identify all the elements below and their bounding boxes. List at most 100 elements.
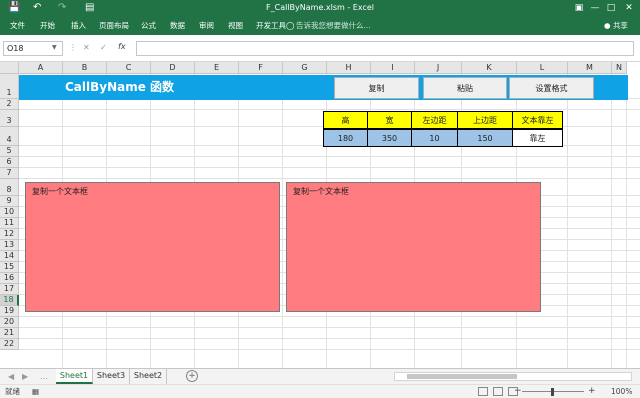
tab-next-icon[interactable]: ▶ — [22, 371, 28, 382]
column-header[interactable]: K — [462, 62, 517, 74]
row-header[interactable]: 22 — [0, 339, 19, 350]
chevron-down-icon[interactable]: ▼ — [52, 44, 57, 51]
row-header[interactable]: 19 — [0, 306, 19, 317]
text-box[interactable]: 复制一个文本框 — [286, 182, 541, 312]
param-header[interactable]: 高 — [323, 111, 368, 129]
gridline — [19, 316, 640, 317]
row-header[interactable]: 7 — [0, 168, 19, 179]
tab-developer[interactable]: 开发工具 — [256, 20, 286, 31]
param-value[interactable]: 150 — [457, 129, 513, 147]
param-value[interactable]: 180 — [323, 129, 368, 147]
text-box-label: 复制一个文本框 — [32, 187, 88, 196]
format-button[interactable]: 设置格式 — [509, 77, 594, 99]
column-header[interactable]: C — [107, 62, 151, 74]
tab-home[interactable]: 开始 — [40, 20, 55, 31]
tell-me-search[interactable]: 告诉我您想要做什么... — [296, 20, 371, 31]
gridline — [19, 109, 640, 110]
param-value[interactable]: 靠左 — [512, 129, 563, 147]
person-icon: ● — [604, 21, 613, 30]
zoom-level[interactable]: 100% — [611, 386, 632, 397]
column-header[interactable]: N — [612, 62, 627, 74]
formula-input[interactable] — [136, 41, 634, 56]
row-header[interactable]: 11 — [0, 218, 19, 229]
insert-function-icon[interactable]: fx — [118, 42, 126, 51]
more-icon[interactable]: … — [40, 371, 48, 382]
zoom-slider-thumb[interactable] — [551, 388, 554, 396]
column-header[interactable]: M — [568, 62, 612, 74]
row-header[interactable]: 5 — [0, 146, 19, 157]
maximize-icon[interactable]: □ — [604, 1, 618, 15]
row-header[interactable]: 14 — [0, 251, 19, 262]
column-header[interactable]: I — [371, 62, 415, 74]
lightbulb-icon: ◯ — [286, 21, 295, 30]
row-header[interactable]: 17 — [0, 284, 19, 295]
param-header[interactable]: 文本靠左 — [512, 111, 563, 129]
close-icon[interactable]: ✕ — [622, 1, 636, 15]
paste-button[interactable]: 粘贴 — [423, 77, 507, 99]
text-box[interactable]: 复制一个文本框 — [25, 182, 280, 312]
row-header[interactable]: 10 — [0, 207, 19, 218]
column-header[interactable]: D — [151, 62, 195, 74]
row-header[interactable]: 13 — [0, 240, 19, 251]
param-value[interactable]: 350 — [367, 129, 412, 147]
column-header[interactable]: E — [195, 62, 239, 74]
column-header[interactable]: F — [239, 62, 283, 74]
row-header[interactable]: 1 — [0, 74, 19, 99]
tab-insert[interactable]: 插入 — [71, 20, 86, 31]
tab-prev-icon[interactable]: ◀ — [8, 371, 14, 382]
param-header[interactable]: 宽 — [367, 111, 412, 129]
ribbon-tabs: 文件 开始 插入 页面布局 公式 数据 审阅 视图 开发工具 ◯ 告诉我您想要做… — [0, 17, 640, 35]
add-sheet-icon[interactable]: + — [186, 370, 198, 382]
row-header[interactable]: 6 — [0, 157, 19, 168]
row-header[interactable]: 18 — [0, 295, 19, 306]
column-header[interactable]: B — [63, 62, 107, 74]
gridline — [19, 327, 640, 328]
scrollbar-thumb[interactable] — [407, 374, 517, 379]
ribbon-display-icon[interactable]: ▣ — [572, 1, 586, 15]
param-header[interactable]: 左边距 — [411, 111, 458, 129]
worksheet-grid[interactable]: ABCDEFGHIJKLMN 1 2 3 4 5 6 7 8 9 10 11 12 13 14 15 16 17… — [0, 62, 640, 368]
sheet-tab-sheet1[interactable]: Sheet1 — [56, 369, 93, 384]
row-header[interactable]: 4 — [0, 127, 19, 146]
row-header[interactable]: 20 — [0, 317, 19, 328]
horizontal-scrollbar[interactable] — [394, 372, 632, 381]
page-layout-view-icon[interactable] — [493, 387, 503, 396]
macro-record-icon[interactable]: ▦ — [32, 386, 39, 397]
zoom-out-icon[interactable]: − — [514, 386, 522, 397]
column-header[interactable]: J — [415, 62, 462, 74]
row-header[interactable]: 21 — [0, 328, 19, 339]
row-header[interactable]: 15 — [0, 262, 19, 273]
text-box-label: 复制一个文本框 — [293, 187, 349, 196]
tab-formulas[interactable]: 公式 — [141, 20, 156, 31]
row-header[interactable]: 8 — [0, 179, 19, 196]
tab-data[interactable]: 数据 — [170, 20, 185, 31]
row-header[interactable]: 12 — [0, 229, 19, 240]
row-header[interactable]: 2 — [0, 99, 19, 110]
tab-page-layout[interactable]: 页面布局 — [99, 20, 129, 31]
gridline — [567, 74, 568, 368]
sheet-tab-sheet2[interactable]: Sheet2 — [130, 369, 167, 384]
column-header[interactable]: G — [283, 62, 327, 74]
normal-view-icon[interactable] — [478, 387, 488, 396]
row-header[interactable]: 3 — [0, 110, 19, 127]
column-header[interactable]: H — [327, 62, 371, 74]
copy-button[interactable]: 复制 — [334, 77, 419, 99]
select-all-corner[interactable] — [0, 62, 19, 74]
sheet-tab-sheet3[interactable]: Sheet3 — [93, 369, 130, 384]
tab-view[interactable]: 视图 — [228, 20, 243, 31]
row-header[interactable]: 9 — [0, 196, 19, 207]
row-header[interactable]: 16 — [0, 273, 19, 284]
param-header[interactable]: 上边距 — [457, 111, 513, 129]
minimize-icon[interactable]: — — [588, 1, 602, 15]
share-button[interactable]: ● 共享 — [604, 20, 628, 31]
enter-icon[interactable]: ✓ — [100, 43, 107, 53]
column-header[interactable]: L — [517, 62, 568, 74]
tab-file[interactable]: 文件 — [10, 20, 25, 31]
cancel-icon[interactable]: ✕ — [83, 43, 90, 53]
gridline — [626, 74, 627, 368]
gridline — [19, 156, 640, 157]
param-value[interactable]: 10 — [411, 129, 458, 147]
tab-review[interactable]: 审阅 — [199, 20, 214, 31]
column-header[interactable]: A — [19, 62, 63, 74]
zoom-in-icon[interactable]: + — [588, 386, 596, 397]
